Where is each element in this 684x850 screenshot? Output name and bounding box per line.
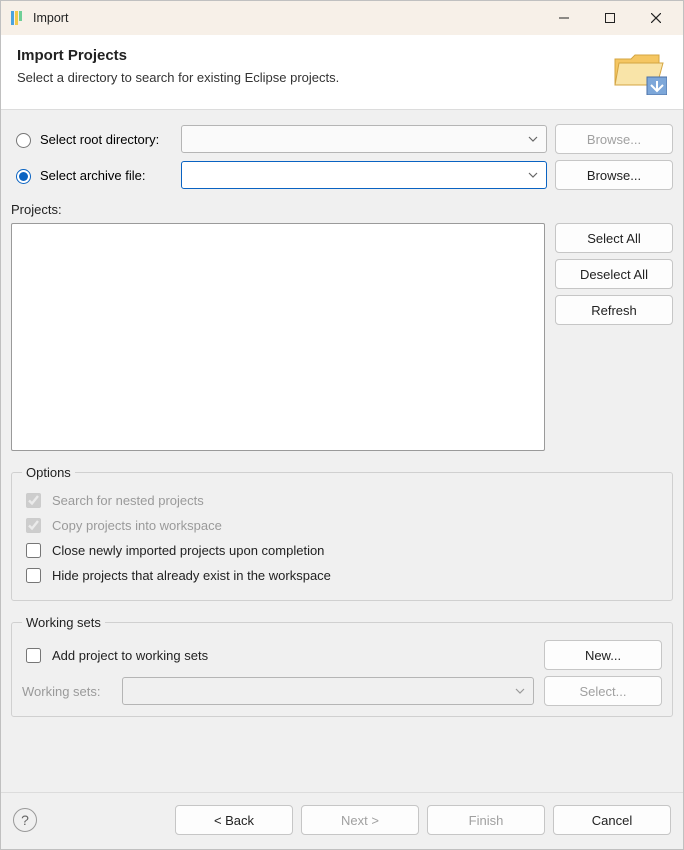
maximize-button[interactable]: [587, 3, 633, 33]
close-button[interactable]: [633, 3, 679, 33]
new-working-set-button[interactable]: New...: [544, 640, 662, 670]
copy-projects-checkbox[interactable]: Copy projects into workspace: [22, 515, 662, 536]
window-title: Import: [33, 11, 68, 25]
close-imported-checkbox[interactable]: Close newly imported projects upon compl…: [22, 540, 662, 561]
archive-file-radio[interactable]: Select archive file:: [11, 166, 173, 184]
wizard-header: Import Projects Select a directory to se…: [1, 35, 683, 110]
browse-root-button[interactable]: Browse...: [555, 124, 673, 154]
wizard-footer: ? < Back Next > Finish Cancel: [1, 792, 683, 849]
hide-existing-checkbox[interactable]: Hide projects that already exist in the …: [22, 565, 662, 586]
chevron-down-icon: [528, 136, 538, 142]
projects-label: Projects:: [11, 202, 673, 217]
working-sets-label: Working sets:: [22, 684, 112, 699]
refresh-button[interactable]: Refresh: [555, 295, 673, 325]
select-working-set-button[interactable]: Select...: [544, 676, 662, 706]
select-all-button[interactable]: Select All: [555, 223, 673, 253]
finish-button[interactable]: Finish: [427, 805, 545, 835]
chevron-down-icon: [528, 172, 538, 178]
working-sets-group: Working sets Add project to working sets…: [11, 615, 673, 717]
next-button[interactable]: Next >: [301, 805, 419, 835]
options-group: Options Search for nested projects Copy …: [11, 465, 673, 601]
page-subtitle: Select a directory to search for existin…: [17, 70, 603, 85]
root-directory-radio[interactable]: Select root directory:: [11, 130, 173, 148]
wizard-content: Select root directory: Browse... Select …: [1, 110, 683, 792]
back-button[interactable]: < Back: [175, 805, 293, 835]
search-nested-checkbox[interactable]: Search for nested projects: [22, 490, 662, 511]
page-title: Import Projects: [17, 47, 603, 64]
import-window: Import Import Projects Select a director…: [0, 0, 684, 850]
working-sets-combo[interactable]: [122, 677, 534, 705]
minimize-button[interactable]: [541, 3, 587, 33]
folder-import-icon: [611, 47, 667, 95]
cancel-button[interactable]: Cancel: [553, 805, 671, 835]
archive-file-combo[interactable]: [181, 161, 547, 189]
root-directory-combo[interactable]: [181, 125, 547, 153]
browse-archive-button[interactable]: Browse...: [555, 160, 673, 190]
app-icon: [9, 10, 25, 26]
projects-listbox[interactable]: [11, 223, 545, 451]
help-button[interactable]: ?: [13, 808, 37, 832]
titlebar: Import: [1, 1, 683, 35]
chevron-down-icon: [515, 688, 525, 694]
add-to-working-sets-checkbox[interactable]: Add project to working sets: [22, 645, 534, 666]
deselect-all-button[interactable]: Deselect All: [555, 259, 673, 289]
